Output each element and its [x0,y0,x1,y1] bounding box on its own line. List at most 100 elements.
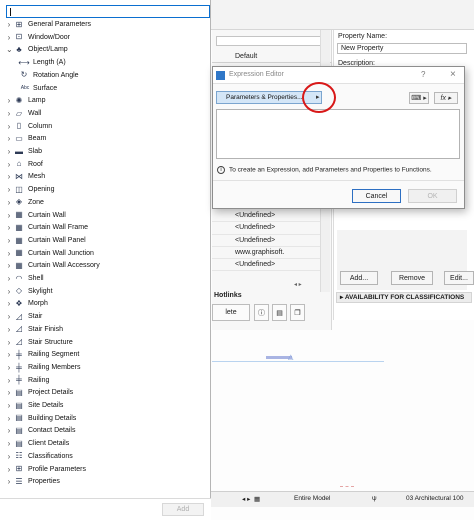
tree-item[interactable]: ↻ Rotation Angle [0,70,211,83]
ok-button[interactable]: OK [408,189,457,203]
chevron-right-icon[interactable]: › [6,121,12,134]
chevron-right-icon[interactable]: › [6,171,12,184]
copy-icon[interactable]: ❐ [290,304,305,321]
add-button[interactable]: Add... [340,271,378,285]
list-item[interactable]: <Undefined> [212,259,320,272]
tree-item[interactable]: › ╪ Railing Segment [0,349,211,362]
chevron-right-icon[interactable]: › [6,146,12,159]
document-icon[interactable]: ▤ [272,304,287,321]
tree-item[interactable]: › ╪ Railing [0,375,211,388]
chevron-right-icon[interactable]: › [6,298,12,311]
availability-header[interactable]: ▸ AVAILABILITY FOR CLASSIFICATIONS [336,292,472,303]
tree-item[interactable]: › ☰ Properties [0,476,211,489]
chevron-right-icon[interactable]: › [6,362,12,375]
list-item[interactable]: <Undefined> [212,210,320,223]
tree-item[interactable]: › ◿ Stair Finish [0,324,211,337]
chevron-right-icon[interactable]: › [6,413,12,426]
chevron-right-icon[interactable]: › [6,438,12,451]
chevron-right-icon[interactable]: › [6,133,12,146]
tree-item[interactable]: › ▤ Contact Details [0,425,211,438]
tree-item[interactable]: › ▦ Curtain Wall [0,210,211,223]
help-icon[interactable]: ? [421,70,425,79]
chevron-right-icon[interactable]: › [6,95,12,108]
tree-item[interactable]: › ✺ Lamp [0,95,211,108]
dialog-titlebar[interactable]: Expression Editor ? × [213,67,464,84]
chevron-right-icon[interactable]: › [6,159,12,172]
scroll-arrows-icon[interactable]: ◂ ▸ [294,281,302,288]
close-icon[interactable]: × [450,69,456,80]
tree-item[interactable]: ⌄ ♣ Object/Lamp [0,44,211,57]
chevron-right-icon[interactable]: › [6,235,12,248]
tree-item[interactable]: › ☷ Classifications [0,451,211,464]
expression-text-area[interactable] [216,109,460,159]
delete-button[interactable]: lete [212,304,250,321]
cancel-button[interactable]: Cancel [352,189,401,203]
chevron-right-icon[interactable]: › [6,286,12,299]
property-name-field[interactable]: New Property [337,43,467,54]
tree-item[interactable]: ⟷ Length (A) [0,57,211,70]
chevron-right-icon[interactable]: › [6,400,12,413]
search-input[interactable] [6,5,210,18]
tree-item[interactable]: › ❖ Morph [0,298,211,311]
tree-item[interactable]: › ▱ Wall [0,108,211,121]
tree-item[interactable]: › ▦ Curtain Wall Junction [0,248,211,261]
chevron-right-icon[interactable]: › [6,337,12,350]
chevron-right-icon[interactable]: › [6,451,12,464]
list-item[interactable]: <Undefined> [212,222,320,235]
list-item[interactable]: www.graphisoft. [212,247,320,260]
chevron-right-icon[interactable]: › [6,197,12,210]
chevron-right-icon[interactable]: › [6,311,12,324]
nav-arrows-icon[interactable]: ◂ ▸ [242,495,250,503]
tree-item[interactable]: › ◇ Skylight [0,286,211,299]
tree-item[interactable]: › ◠ Shell [0,273,211,286]
tree-item[interactable]: › ◿ Stair [0,311,211,324]
chevron-right-icon[interactable]: › [6,425,12,438]
tree-item[interactable]: › ⌂ Roof [0,159,211,172]
tree-item[interactable]: › ▭ Beam [0,133,211,146]
grid-icon[interactable]: ▦ [254,495,260,503]
chevron-right-icon[interactable]: › [6,476,12,489]
list-item[interactable]: <Undefined> [212,235,320,247]
remove-button[interactable]: Remove [391,271,433,285]
tree-item[interactable]: › ▤ Client Details [0,438,211,451]
chevron-right-icon[interactable]: › [6,32,12,45]
chevron-right-icon[interactable]: › [6,375,12,388]
chevron-right-icon[interactable]: › [6,349,12,362]
tree-item[interactable]: › ▬ Slab [0,146,211,159]
status-layer[interactable]: 03 Architectural 100 [406,495,463,502]
tree-item[interactable]: › ⊞ Profile Parameters [0,464,211,477]
function-icon[interactable]: fx ▸ [434,92,458,104]
tree-item[interactable]: › ▦ Curtain Wall Accessory [0,260,211,273]
status-model[interactable]: Entire Model [294,495,331,502]
tree-item[interactable]: › ▤ Project Details [0,387,211,400]
tree-item[interactable]: › ◫ Opening [0,184,211,197]
add-button[interactable]: Add [162,503,204,516]
tree-item[interactable]: › ▤ Site Details [0,400,211,413]
tree-item[interactable]: › ▯ Column [0,121,211,134]
tree-item[interactable]: › ▦ Curtain Wall Frame [0,222,211,235]
chevron-right-icon[interactable]: › [6,108,12,121]
chevron-right-icon[interactable]: › [6,184,12,197]
chevron-right-icon[interactable]: › [6,248,12,261]
chevron-right-icon[interactable]: › [6,210,12,223]
chevron-down-icon[interactable]: ⌄ [6,44,13,57]
chevron-right-icon[interactable]: › [6,273,12,286]
info-icon[interactable]: ⓘ [254,304,269,321]
tree-item[interactable]: › ⊞ General Parameters [0,19,211,32]
tree-item[interactable]: › ◿ Stair Structure [0,337,211,350]
chevron-right-icon[interactable]: › [6,464,12,477]
chevron-right-icon[interactable]: › [6,222,12,235]
chevron-right-icon[interactable]: › [6,387,12,400]
chevron-right-icon[interactable]: › [6,324,12,337]
background-name-field[interactable] [216,36,322,46]
keyboard-icon[interactable]: ⌨ ▸ [409,92,429,104]
tree-item[interactable]: › ╪ Railing Members [0,362,211,375]
tree-item[interactable]: › ▦ Curtain Wall Panel [0,235,211,248]
tree-item[interactable]: Abc Surface [0,83,211,96]
tree-item[interactable]: › ▤ Building Details [0,413,211,426]
edit-button[interactable]: Edit... [444,271,474,285]
tree-item[interactable]: › ⊡ Window/Door [0,32,211,45]
chevron-right-icon[interactable]: › [6,260,12,273]
tree-item[interactable]: › ◈ Zone [0,197,211,210]
chevron-right-icon[interactable]: › [6,19,12,32]
